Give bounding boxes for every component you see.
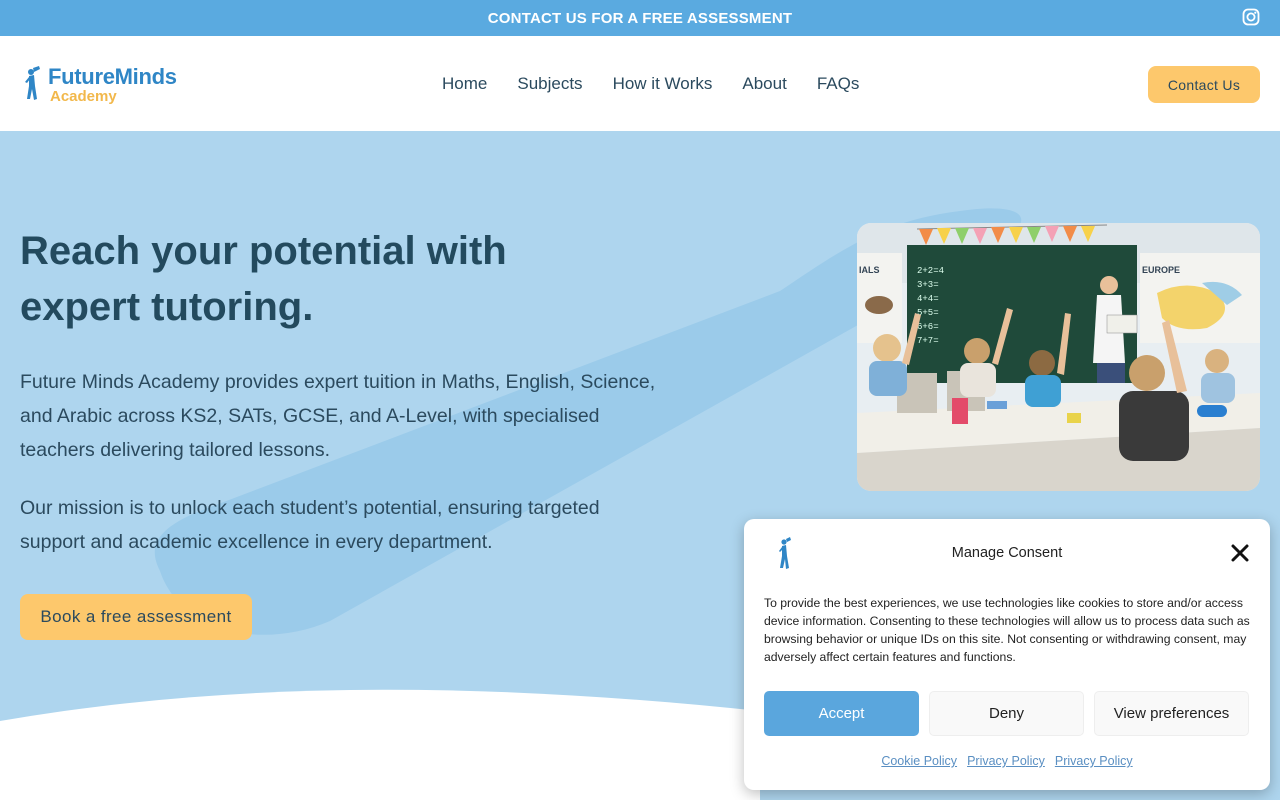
logo-wordmark: FutureMinds: [48, 64, 177, 89]
contact-us-button[interactable]: Contact Us: [1148, 66, 1260, 103]
view-preferences-button[interactable]: View preferences: [1094, 691, 1249, 736]
top-announcement-bar: CONTACT US FOR A FREE ASSESSMENT: [0, 0, 1280, 36]
book-free-assessment-button[interactable]: Book a free assessment: [20, 594, 252, 640]
accept-button[interactable]: Accept: [764, 691, 919, 736]
consent-title: Manage Consent: [951, 545, 1063, 561]
cookie-consent-dialog: Manage Consent To provide the best exper…: [744, 519, 1270, 790]
free-assessment-link[interactable]: CONTACT US FOR A FREE ASSESSMENT: [488, 10, 792, 27]
privacy-policy-link[interactable]: Privacy Policy: [967, 754, 1045, 768]
consent-description: To provide the best experiences, we use …: [764, 596, 1250, 664]
nav-item-home[interactable]: Home: [442, 74, 487, 94]
hero-title: Reach your potential with expert tutorin…: [20, 229, 507, 329]
privacy-policy-link-2[interactable]: Privacy Policy: [1055, 754, 1133, 768]
consent-policy-links: Cookie Policy Privacy Policy Privacy Pol…: [744, 754, 1270, 768]
close-icon[interactable]: [1230, 543, 1250, 563]
svg-text:2+2=4: 2+2=4: [917, 266, 944, 276]
nav-item-subjects[interactable]: Subjects: [517, 74, 582, 94]
classroom-illustration: 2+2=4 3+3= 4+4= 5+5= 6+6= 7+7= IALS EURO…: [857, 223, 1260, 491]
site-header: FutureMinds Academy Home Subjects How it…: [0, 36, 1280, 131]
svg-text:IALS: IALS: [859, 265, 880, 275]
deny-button[interactable]: Deny: [929, 691, 1084, 736]
consent-button-row: Accept Deny View preferences: [764, 691, 1249, 736]
hero-description: Future Minds Academy provides expert tui…: [20, 371, 656, 461]
nav-item-faqs[interactable]: FAQs: [817, 74, 860, 94]
logo-subtitle: Academy: [50, 88, 117, 105]
child-figure-logo-icon: [25, 66, 40, 100]
nav-item-about[interactable]: About: [742, 74, 786, 94]
cookie-policy-link[interactable]: Cookie Policy: [881, 754, 957, 768]
nav-item-how-it-works[interactable]: How it Works: [613, 74, 713, 94]
svg-text:7+7=: 7+7=: [917, 336, 939, 346]
hero-mission: Our mission is to unlock each student’s …: [20, 497, 600, 553]
classroom-photo: 2+2=4 3+3= 4+4= 5+5= 6+6= 7+7= IALS EURO…: [857, 223, 1260, 491]
svg-text:3+3=: 3+3=: [917, 280, 939, 290]
main-nav: Home Subjects How it Works About FAQs: [442, 74, 859, 94]
instagram-icon[interactable]: [1242, 8, 1260, 26]
svg-text:EUROPE: EUROPE: [1142, 265, 1180, 275]
svg-text:6+6=: 6+6=: [917, 322, 939, 332]
site-logo[interactable]: FutureMinds Academy: [24, 66, 177, 104]
svg-text:4+4=: 4+4=: [917, 294, 939, 304]
